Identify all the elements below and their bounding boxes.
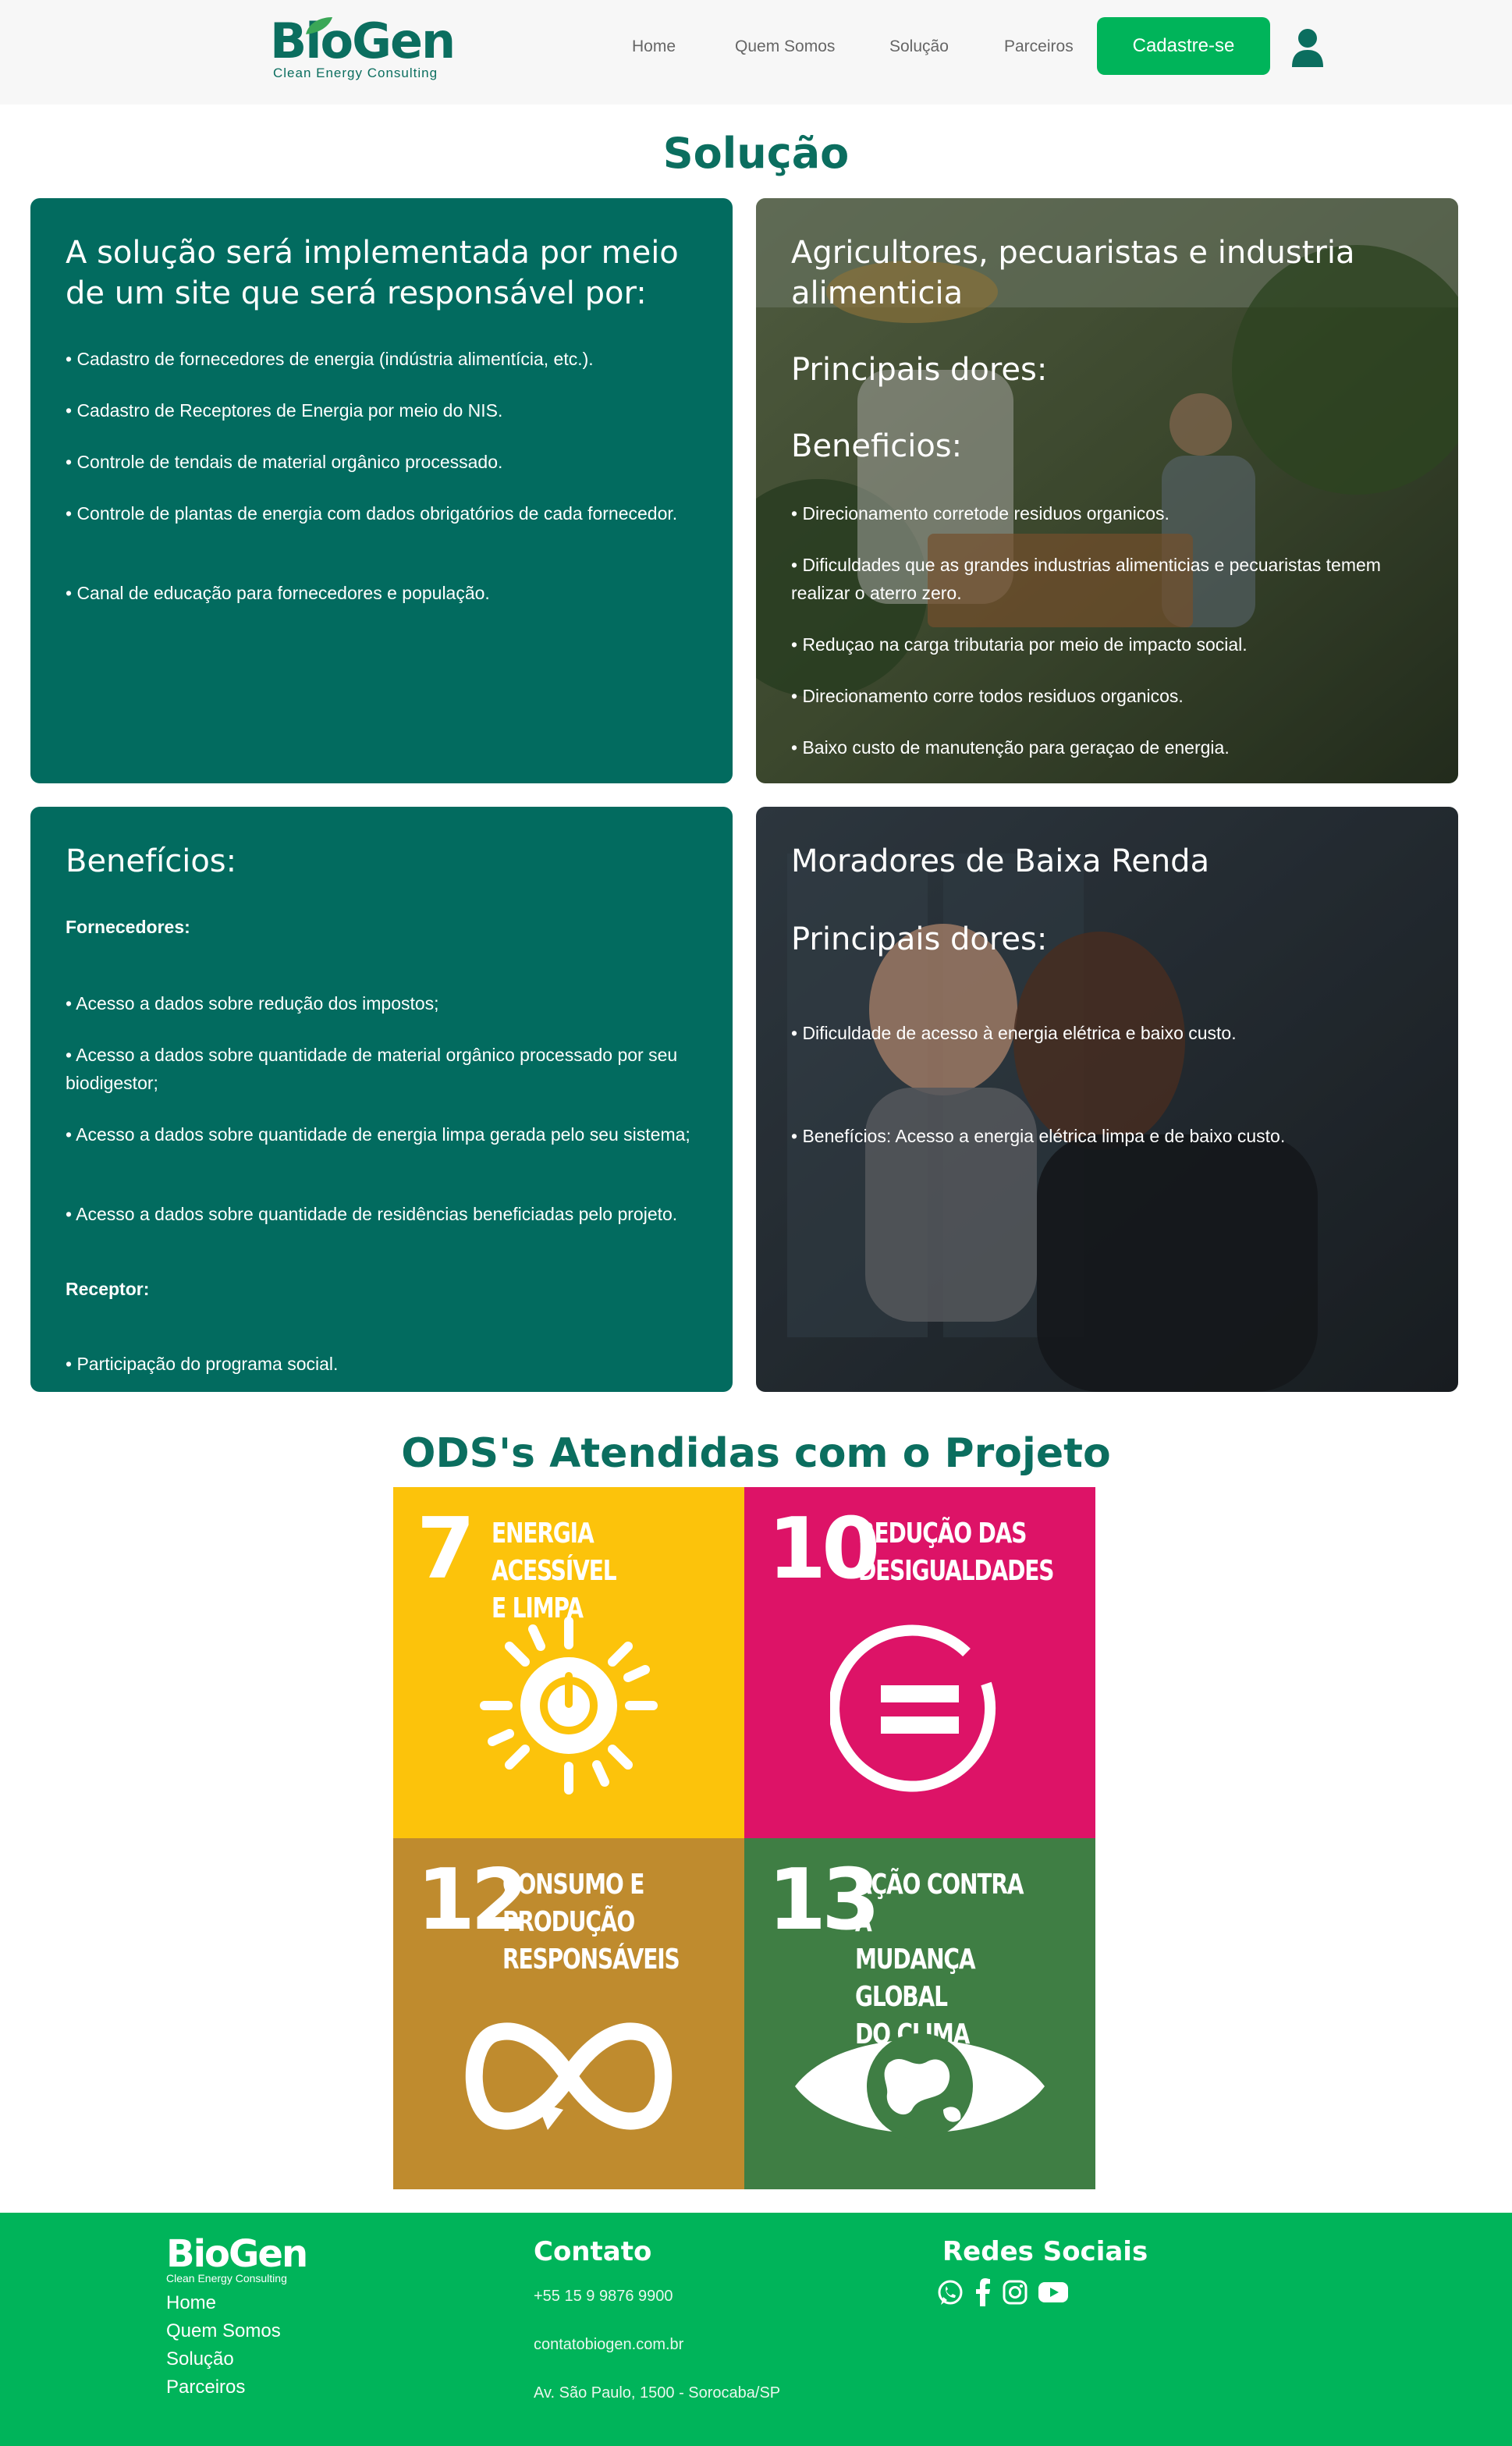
list-item: • Dificuldade de acesso à energia elétri…	[791, 1023, 1237, 1043]
card-subheading: Beneficios:	[791, 428, 963, 464]
card-heading: Agricultores, pecuaristas e industria al…	[791, 235, 1355, 311]
youtube-icon[interactable]	[1038, 2281, 1069, 2304]
card-subheading: Principais dores:	[791, 921, 1048, 957]
list-item: • Dificuldades que as grandes industrias…	[791, 555, 1381, 603]
list-item: • Acesso a dados sobre quantidade de mat…	[66, 1045, 678, 1093]
nav-parceiros[interactable]: Parceiros	[1004, 37, 1074, 56]
sdg-label: CONSUMO E PRODUÇÃO RESPONSÁVEIS	[502, 1869, 680, 1976]
footer-link-quem-somos[interactable]: Quem Somos	[166, 2317, 281, 2345]
receptor-label: Receptor:	[66, 1279, 150, 1299]
facebook-icon[interactable]	[974, 2278, 992, 2306]
leaf-icon	[306, 17, 332, 34]
sdg-tile-10: 10 REDUÇÃO DAS DESIGUALDADES	[744, 1487, 1095, 1838]
footer-links: Home Quem Somos Solução Parceiros	[166, 2289, 281, 2402]
footer-link-parceiros[interactable]: Parceiros	[166, 2373, 281, 2402]
card-subheading: Principais dores:	[791, 352, 1048, 388]
footer-address: Av. São Paulo, 1500 - Sorocaba/SP	[534, 2384, 781, 2402]
family-photo	[756, 807, 1458, 1392]
footer-email[interactable]: contatobiogen.com.br	[534, 2336, 683, 2354]
list-item: • Acesso a dados sobre redução dos impos…	[66, 993, 439, 1014]
sdg-tile-7: 7 ENERGIA ACESSÍVEL E LIMPA	[393, 1487, 744, 1838]
sun-power-icon	[480, 1617, 658, 1795]
list-item: • Canal de educação para fornecedores e …	[66, 583, 490, 603]
list-item: • Direcionamento corretode residuos orga…	[791, 503, 1169, 524]
ods-title: ODS's Atendidas com o Projeto	[401, 1430, 1111, 1477]
infinity-icon	[465, 2022, 673, 2130]
group-label: Fornecedores:	[66, 913, 701, 941]
user-icon[interactable]	[1290, 28, 1325, 69]
nav-home[interactable]: Home	[632, 37, 676, 56]
list-item: • Cadastro de fornecedores de energia (i…	[66, 349, 594, 369]
site-header: BioGen Clean Energy Consulting Home Quem…	[0, 0, 1512, 105]
earth-eye-icon	[795, 2033, 1045, 2139]
list-item: • Participação do programa social.	[66, 1354, 339, 1374]
sdg-label: REDUÇÃO DAS DESIGUALDADES	[858, 1518, 1054, 1587]
logo-tagline: Clean Energy Consulting	[273, 66, 438, 80]
card-beneficios: Benefícios: Fornecedores: • Acesso a dad…	[30, 807, 733, 1392]
list-item: • Acesso a dados sobre quantidade de ene…	[66, 1124, 690, 1145]
fornecedores-label: Fornecedores:	[66, 917, 190, 937]
signup-button[interactable]: Cadastre-se	[1097, 17, 1270, 75]
footer-link-home[interactable]: Home	[166, 2289, 281, 2317]
footer-phone[interactable]: +55 15 9 9876 9900	[534, 2288, 673, 2306]
list-item: • Direcionamento corre todos residuos or…	[791, 686, 1184, 706]
brand-logo[interactable]: BioGen Clean Energy Consulting	[270, 14, 456, 84]
group-label: Receptor:	[66, 1275, 701, 1303]
list-item: • Controle de tendais de material orgâni…	[66, 452, 503, 472]
whatsapp-icon[interactable]	[936, 2278, 964, 2306]
sdg-label: ENERGIA ACESSÍVEL E LIMPA	[492, 1518, 617, 1624]
card-heading: Moradores de Baixa Renda	[791, 843, 1210, 879]
footer-link-solucao[interactable]: Solução	[166, 2345, 281, 2373]
card-heading: A solução será implementada por meio de …	[66, 235, 679, 311]
instagram-icon[interactable]	[1002, 2279, 1028, 2306]
list-item: • Reduçao na carga tributaria por meio d…	[791, 634, 1248, 655]
footer-contato-title: Contato	[534, 2236, 652, 2267]
list-item: • Baixo custo de manutenção para geraçao…	[791, 737, 1230, 758]
card-agricultores: Agricultores, pecuaristas e industria al…	[756, 198, 1458, 783]
list-item: • Controle de plantas de energia com dad…	[66, 503, 678, 524]
list-item: • Cadastro de Receptores de Energia por …	[66, 400, 503, 421]
nav-quem-somos[interactable]: Quem Somos	[735, 37, 835, 56]
footer-logo-wordmark: BioGen	[166, 2232, 308, 2276]
logo-wordmark: BioGen	[270, 12, 456, 69]
social-icons	[936, 2278, 1069, 2306]
card-moradores: Moradores de Baixa Renda Principais dore…	[756, 807, 1458, 1392]
nav-solucao[interactable]: Solução	[889, 37, 949, 56]
sdg-tile-12: 12 CONSUMO E PRODUÇÃO RESPONSÁVEIS	[393, 1838, 744, 2189]
equality-circle-icon	[830, 1624, 996, 1792]
card-solution-overview: A solução será implementada por meio de …	[30, 198, 733, 783]
sdg-number: 7	[417, 1500, 475, 1598]
footer-redes-title: Redes Sociais	[942, 2236, 1148, 2267]
solucao-title: Solução	[662, 129, 850, 178]
sdg-tile-13: 13 AÇÃO CONTRA A MUDANÇA GLOBAL DO CLIMA	[744, 1838, 1095, 2189]
footer-logo-tagline: Clean Energy Consulting	[166, 2272, 287, 2284]
footer-logo[interactable]: BioGen Clean Energy Consulting	[166, 2232, 308, 2284]
card-heading: Benefícios:	[66, 843, 237, 879]
list-item: • Acesso a dados sobre quantidade de res…	[66, 1204, 678, 1224]
list-item: • Benefícios: Acesso a energia elétrica …	[791, 1126, 1286, 1146]
